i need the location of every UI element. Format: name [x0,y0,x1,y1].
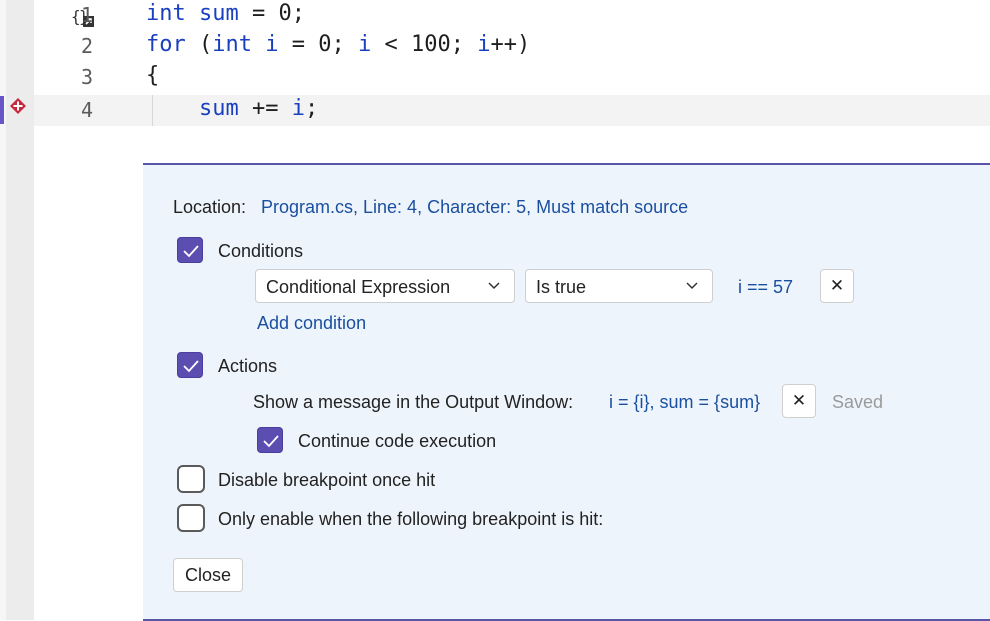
condition-type-dropdown[interactable]: Conditional Expression [255,269,515,303]
code-text: int sum = 0; [146,1,305,26]
checkmark-icon [183,245,199,258]
dependent-breakpoint-checkbox[interactable] [177,504,205,532]
code-token: < 100; [371,32,478,57]
condition-expression-input[interactable]: i == 57 [738,277,793,298]
remove-action-button[interactable]: ✕ [782,384,816,418]
disable-once-hit-label: Disable breakpoint once hit [218,470,436,490]
conditional-breakpoint-icon[interactable] [9,97,27,115]
conditions-checkbox[interactable] [177,237,203,263]
code-token: ++) [490,32,531,57]
code-line: 1 int sum = 0; [34,0,990,31]
condition-operator-value: Is true [536,277,587,297]
close-button[interactable]: Close [173,558,243,592]
code-identifier: sum [198,96,239,121]
code-token: = 0; [278,32,358,57]
breakpoint-line-marker [0,96,4,124]
code-text: for (int i = 0; i < 100; i++) [146,32,530,57]
code-identifier: i [357,32,372,57]
code-line-current: 4 sum += i; [34,95,990,126]
actions-checkbox[interactable] [177,352,203,378]
code-keyword: for [146,32,186,57]
line-number: 1 [80,3,94,27]
continue-execution-checkbox[interactable] [257,427,283,453]
disable-once-hit-checkbox[interactable] [177,465,205,493]
code-token: ( [185,32,213,57]
line-number: 4 [80,98,94,122]
code-line: 2 for (int i = 0; i < 100; i++) [34,31,990,62]
add-condition-link[interactable]: Add condition [257,313,366,334]
continue-execution-label: Continue code execution [298,431,497,451]
remove-condition-button[interactable]: ✕ [820,269,854,303]
code-token: ; [304,96,319,121]
line-number: 3 [80,65,94,89]
code-text: sum += i; [146,96,318,121]
code-editor[interactable]: { } 1 int sum = 0; 2 for (int i = 0; i <… [34,0,990,140]
location-link[interactable]: Program.cs, Line: 4, Character: 5, Must … [261,197,688,218]
conditions-label: Conditions [218,241,304,261]
code-token: += [238,96,292,121]
code-identifier: i [477,32,491,57]
close-icon: ✕ [791,391,807,410]
condition-operator-dropdown[interactable]: Is true [525,269,713,303]
code-token: { [146,63,160,88]
saved-status: Saved [832,392,884,412]
code-identifier: i [265,32,279,57]
close-icon: ✕ [829,276,845,295]
line-number: 2 [80,34,94,58]
chevron-down-icon [488,282,500,290]
code-token: = 0; [238,1,305,26]
breakpoint-settings-panel: Location: Program.cs, Line: 4, Character… [143,163,990,621]
condition-type-value: Conditional Expression [266,277,451,297]
code-keyword: int [146,1,186,26]
code-identifier: sum [199,1,239,26]
checkmark-icon [263,435,279,448]
code-identifier: i [291,96,305,121]
margin-strip [0,0,6,620]
chevron-down-icon [686,282,698,290]
output-message-input[interactable]: i = {i}, sum = {sum} [609,392,760,413]
checkmark-icon [183,360,199,373]
location-label: Location: [173,197,247,217]
actions-label: Actions [218,356,278,376]
code-text: { [146,63,159,88]
dependent-breakpoint-label: Only enable when the following breakpoin… [218,509,604,529]
output-message-label: Show a message in the Output Window: [253,392,574,412]
code-line: 3 { [34,62,990,93]
code-keyword: int [212,32,252,57]
